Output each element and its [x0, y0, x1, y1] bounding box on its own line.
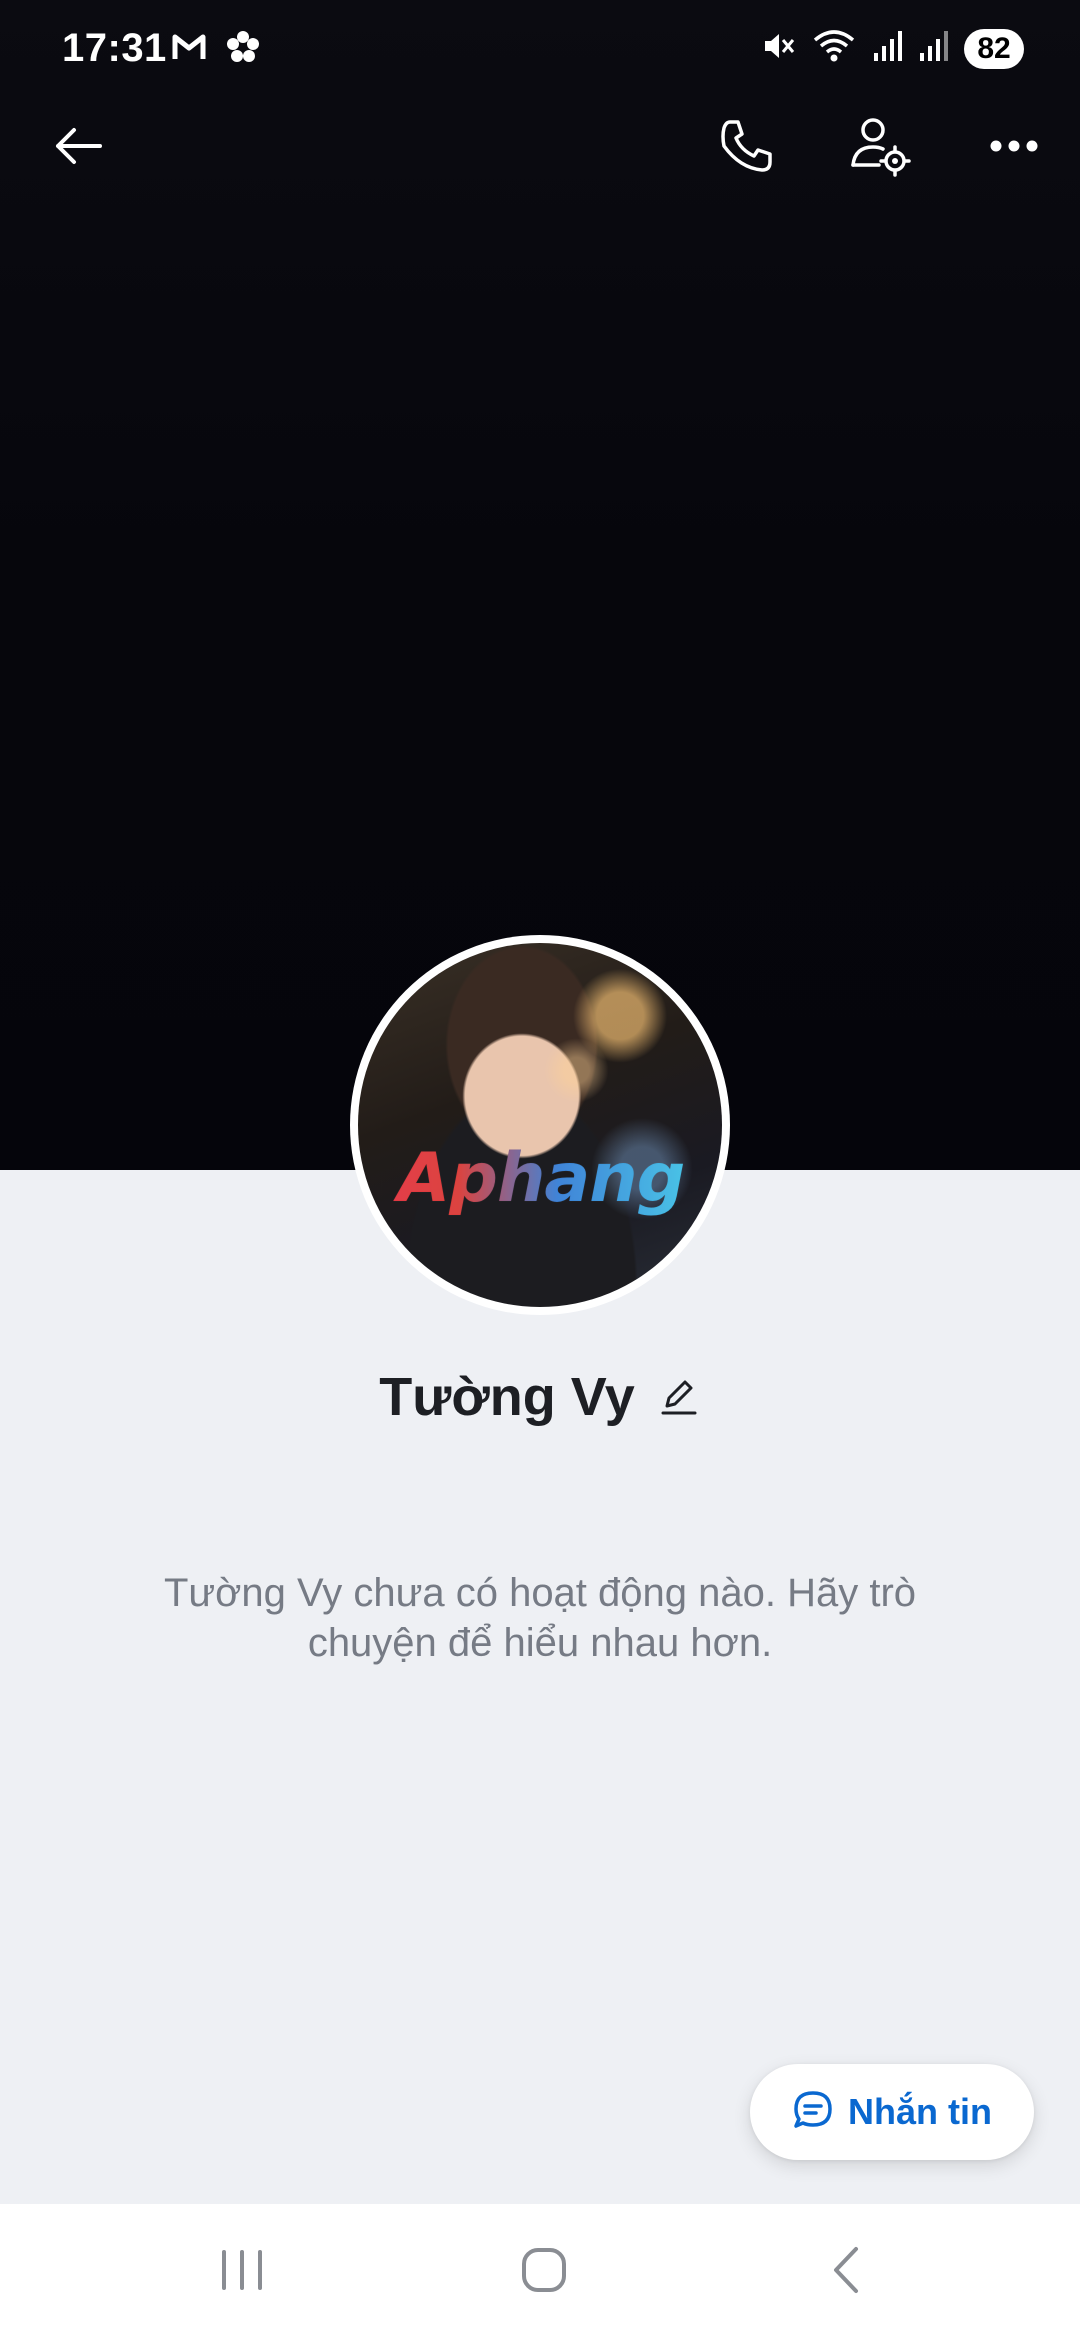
mute-icon — [760, 28, 796, 69]
edit-name-button[interactable] — [657, 1376, 701, 1420]
top-action-bar — [0, 108, 1080, 188]
phone-icon — [716, 116, 776, 181]
back-icon — [826, 2245, 866, 2300]
more-options-button[interactable] — [974, 108, 1054, 188]
home-button[interactable] — [504, 2240, 584, 2304]
status-notification-icons — [172, 30, 260, 69]
profile-name: Tường Vy — [379, 1367, 635, 1427]
back-arrow-icon — [50, 118, 106, 179]
system-navigation-bar — [0, 2204, 1080, 2340]
app-notification-icon — [226, 30, 260, 69]
avatar-frame[interactable]: Aphang — [350, 935, 730, 1315]
empty-activity-message: Tường Vy chưa có hoạt động nào. Hãy trò … — [163, 1571, 917, 1665]
system-back-button[interactable] — [806, 2240, 886, 2304]
profile-settings-button[interactable] — [840, 108, 920, 188]
profile-screen: 17:31 82 Aphang Tường Vy Tường Vy chưa c… — [0, 0, 1080, 2340]
recents-button[interactable] — [202, 2240, 282, 2304]
profile-name-row: Tường Vy — [0, 1360, 1080, 1434]
status-system-icons: 82 — [760, 28, 1024, 69]
call-button[interactable] — [706, 108, 786, 188]
recents-icon — [218, 2248, 266, 2297]
avatar[interactable]: Aphang — [358, 943, 722, 1307]
home-icon — [519, 2245, 569, 2300]
battery-indicator: 82 — [964, 28, 1024, 69]
status-time: 17:31 — [62, 26, 167, 70]
back-button[interactable] — [38, 108, 118, 188]
status-bar: 17:31 82 — [0, 0, 1080, 100]
wifi-icon — [812, 28, 856, 69]
gmail-icon — [172, 33, 206, 66]
chat-bubble-icon — [792, 2089, 834, 2136]
more-dots-icon — [989, 139, 1039, 158]
user-settings-icon — [849, 115, 911, 182]
signal-icon — [918, 29, 948, 68]
send-message-button[interactable]: Nhắn tin — [750, 2064, 1034, 2160]
signal-icon — [872, 29, 902, 68]
avatar-watermark: Aphang — [376, 1139, 706, 1218]
send-message-label: Nhắn tin — [848, 2091, 992, 2132]
pencil-icon — [659, 1376, 699, 1421]
